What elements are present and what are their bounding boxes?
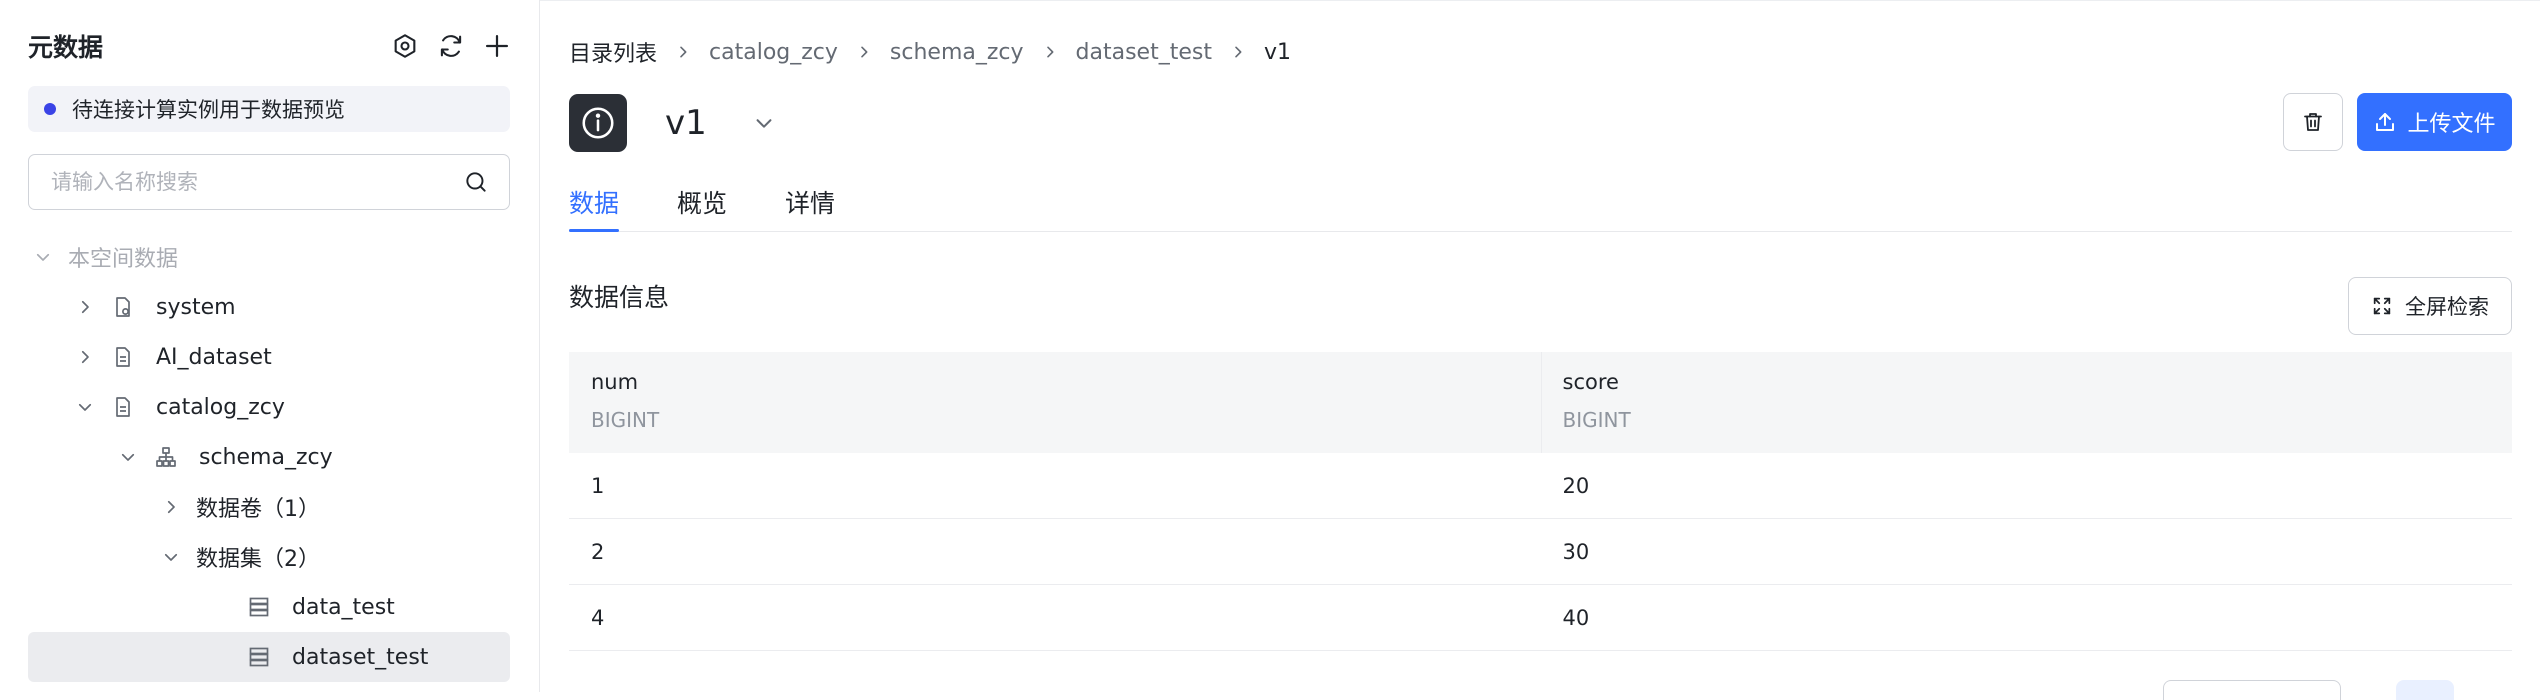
search-icon[interactable] (463, 169, 489, 195)
tree-item-data-test[interactable]: data_test (28, 582, 510, 632)
tree-item-label: dataset_test (292, 644, 429, 670)
table-cell: 2 (591, 539, 605, 564)
tree-item-label: AI_dataset (156, 344, 272, 370)
upload-icon (2373, 110, 2397, 134)
search-box (28, 154, 510, 210)
refresh-icon (437, 32, 465, 60)
tab-details[interactable]: 详情 (785, 170, 835, 231)
fullscreen-search-button[interactable]: 全屏检索 (2348, 277, 2512, 335)
tab-overview[interactable]: 概览 (677, 170, 727, 231)
plus-icon (483, 32, 511, 60)
compute-status-banner: 待连接计算实例用于数据预览 (28, 86, 510, 132)
chevron-down-icon[interactable] (74, 396, 96, 418)
pagination-current-page[interactable] (2396, 680, 2454, 700)
chevron-down-icon[interactable] (32, 246, 54, 268)
breadcrumb-item[interactable]: 目录列表 (569, 36, 657, 68)
table-row: 1 20 (569, 453, 2512, 519)
tree-item-label: data_test (292, 594, 395, 620)
version-dropdown[interactable] (751, 110, 777, 136)
tree-item-ai-dataset[interactable]: AI_dataset (28, 332, 510, 382)
data-preview-table: num BIGINT score BIGINT 1 20 2 30 4 40 (569, 352, 2512, 651)
chevron-right-icon (838, 44, 890, 60)
chevron-right-icon[interactable] (74, 296, 96, 318)
tree-item-label: 数据卷（1） (196, 497, 320, 522)
chevron-down-icon (753, 112, 775, 134)
add-button[interactable] (482, 31, 512, 61)
chevron-down-icon[interactable] (117, 446, 139, 468)
upload-file-label: 上传文件 (2407, 112, 2496, 137)
column-type: BIGINT (591, 408, 660, 432)
column-header: num BIGINT (569, 352, 1541, 453)
page-header: v1 (569, 94, 777, 152)
breadcrumb: 目录列表 catalog_zcy schema_zcy dataset_test… (569, 36, 1291, 68)
chevron-right-icon (1024, 44, 1076, 60)
chevron-right-icon[interactable] (74, 346, 96, 368)
sidebar-header: 元数据 (28, 22, 512, 70)
sidebar-actions (390, 31, 512, 61)
upload-file-button[interactable]: 上传文件 (2357, 93, 2512, 151)
document-icon (110, 394, 136, 420)
tree-item-label: system (156, 294, 236, 320)
content-tabs: 数据 概览 详情 (569, 170, 2512, 232)
tree-item-system[interactable]: system (28, 282, 510, 332)
document-gear-icon (110, 294, 136, 320)
trash-icon (2301, 110, 2325, 134)
chevron-right-icon (657, 44, 709, 60)
expand-icon (2371, 295, 2393, 317)
settings-button[interactable] (390, 31, 420, 61)
tree-item-datasets[interactable]: 数据集（2） (28, 532, 510, 582)
document-icon (110, 344, 136, 370)
breadcrumb-item[interactable]: catalog_zcy (709, 40, 838, 65)
search-input[interactable] (51, 170, 463, 194)
page-size-select[interactable] (2163, 680, 2341, 700)
tree-item-volumes[interactable]: 数据卷（1） (28, 482, 510, 532)
tree-item-label: schema_zcy (199, 444, 333, 470)
tree-root[interactable]: 本空间数据 (28, 232, 510, 282)
hexagon-settings-icon (391, 32, 419, 60)
chevron-right-icon (1212, 44, 1264, 60)
tree-item-label: 数据集（2） (196, 547, 320, 572)
table-stack-icon (246, 594, 272, 620)
status-dot (44, 103, 56, 115)
chevron-right-icon[interactable] (160, 496, 182, 518)
table-row: 2 30 (569, 519, 2512, 585)
status-text: 待连接计算实例用于数据预览 (72, 98, 345, 122)
table-cell: 30 (1562, 539, 1590, 564)
info-icon (569, 94, 627, 152)
schema-hierarchy-icon (153, 444, 179, 470)
top-divider (540, 0, 2540, 10)
chevron-down-icon[interactable] (160, 546, 182, 568)
tree-item-dataset-test[interactable]: dataset_test (28, 632, 510, 682)
column-type: BIGINT (1562, 408, 1631, 432)
table-cell: 4 (591, 605, 605, 630)
tree-root-label: 本空间数据 (68, 247, 179, 272)
tree-item-label: catalog_zcy (156, 394, 285, 420)
metadata-sidebar: 元数据 待连接计算实例用于数据预览 请输入名称搜索 本空间数据 system A… (0, 0, 540, 692)
fullscreen-search-label: 全屏检索 (2405, 295, 2489, 319)
table-header: num BIGINT score BIGINT (569, 352, 2512, 453)
breadcrumb-current: v1 (1263, 39, 1291, 65)
table-cell: 1 (591, 473, 605, 498)
tree-item-catalog-zcy[interactable]: catalog_zcy (28, 382, 510, 432)
sidebar-title: 元数据 (28, 33, 104, 62)
breadcrumb-item[interactable]: dataset_test (1076, 40, 1212, 65)
main-panel: 目录列表 catalog_zcy schema_zcy dataset_test… (540, 0, 2540, 700)
column-header: score BIGINT (1540, 352, 2513, 453)
tab-data[interactable]: 数据 (569, 170, 620, 232)
refresh-button[interactable] (436, 31, 466, 61)
table-cell: 20 (1562, 473, 1590, 498)
section-title: 数据信息 (569, 283, 670, 312)
column-name: score (1562, 370, 1619, 394)
table-cell: 40 (1562, 605, 1590, 630)
delete-button[interactable] (2283, 93, 2343, 151)
column-name: num (591, 370, 639, 394)
table-row: 4 40 (569, 585, 2512, 651)
page-title: v1 (665, 103, 707, 143)
breadcrumb-item[interactable]: schema_zcy (890, 40, 1024, 65)
table-stack-icon (246, 644, 272, 670)
tree-item-schema-zcy[interactable]: schema_zcy (28, 432, 510, 482)
